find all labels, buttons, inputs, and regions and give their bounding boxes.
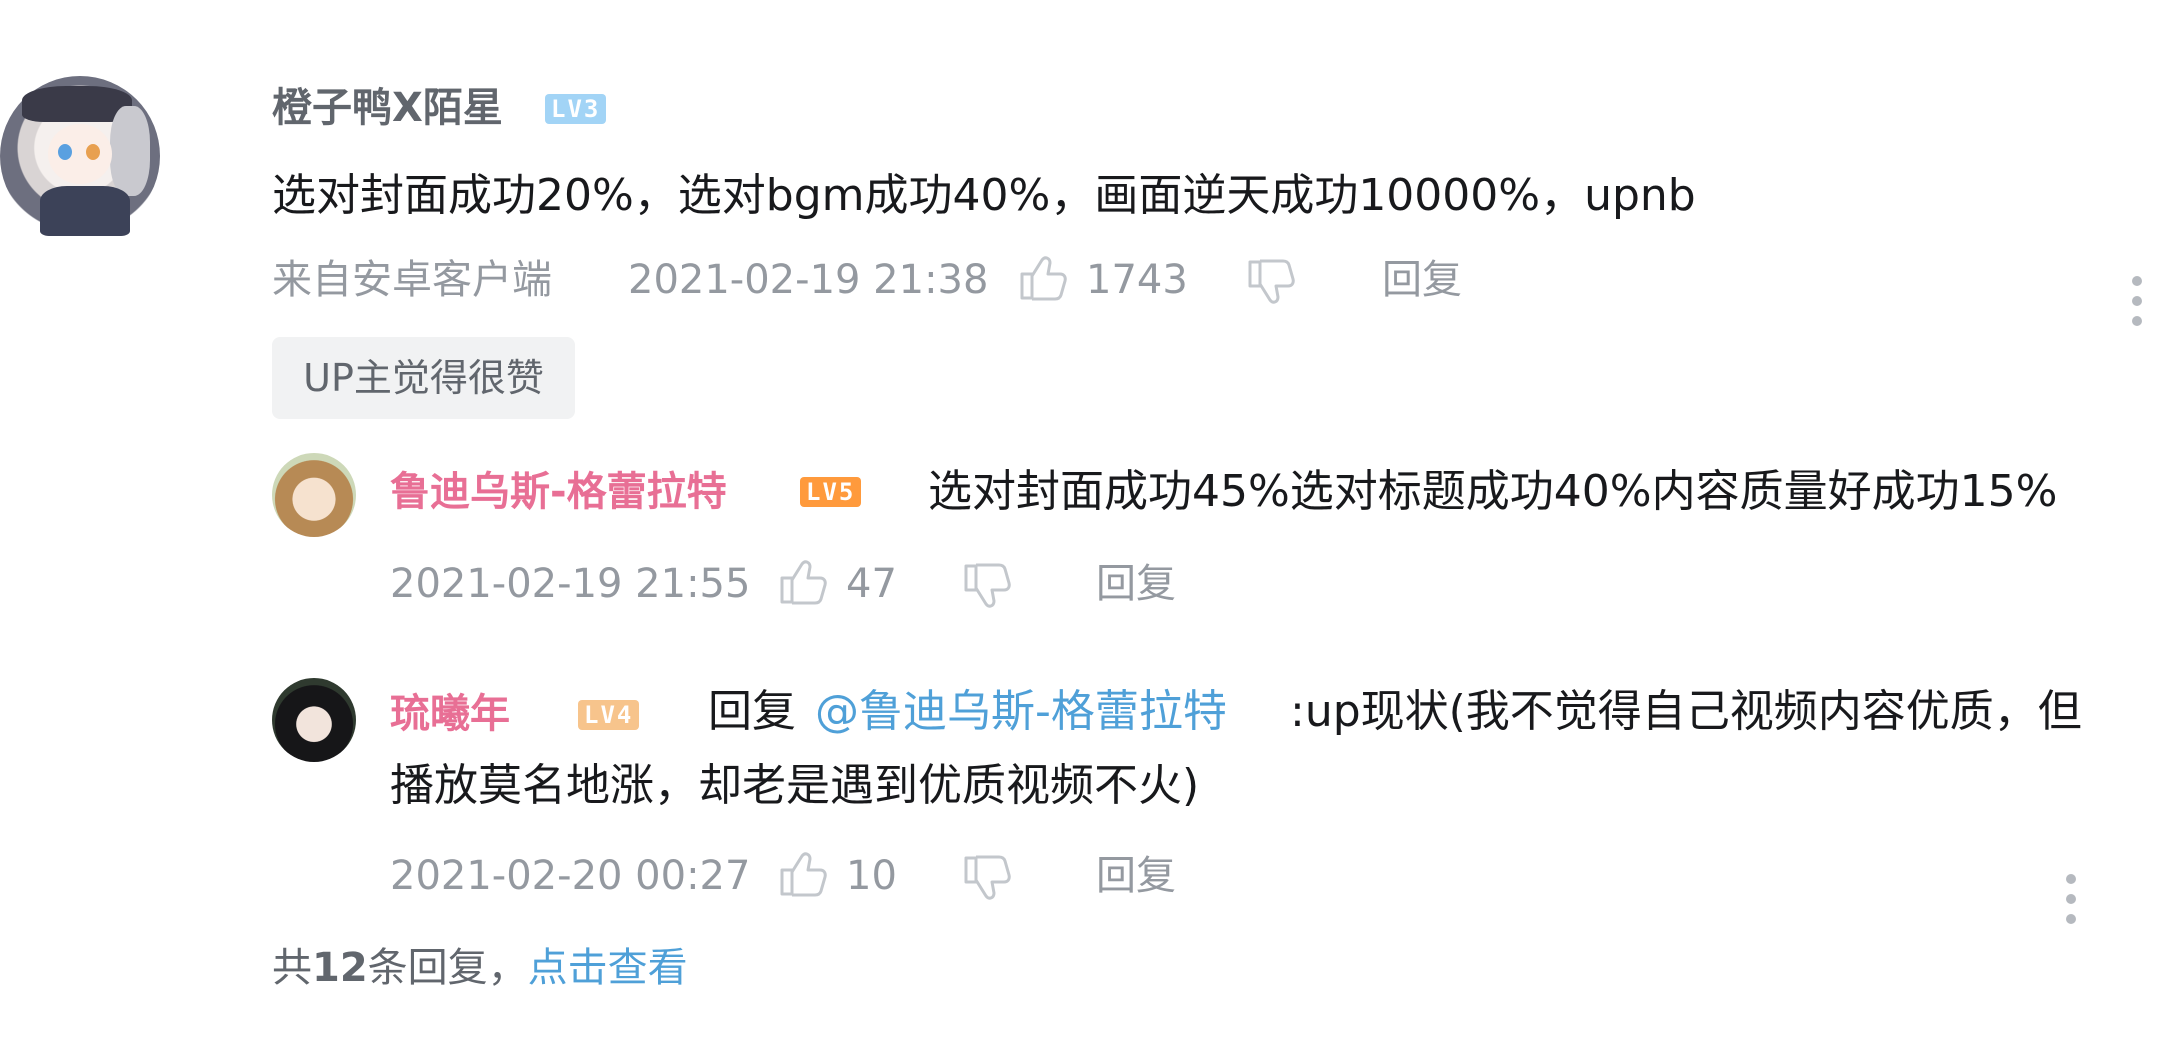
total-count: 12 [312,945,368,991]
comment-source: 来自安卓客户端 [272,257,552,303]
avatar[interactable] [272,678,356,762]
thumbs-up-icon[interactable] [778,558,828,606]
avatar-eye [86,144,100,160]
reply-prefix: 回复 [708,686,796,737]
total-prefix: 共 [272,945,312,991]
reply-text: 选对封面成功45%选对标题成功40%内容质量好成功15% [928,466,2058,517]
total-suffix: 条回复， [367,945,528,991]
like-count: 1743 [1086,257,1188,303]
level-badge: LV3 [545,94,607,124]
like-count: 47 [846,561,897,607]
avatar[interactable] [272,453,356,537]
more-options-icon[interactable] [2132,276,2144,326]
level-badge: LV4 [578,700,640,730]
like-count: 10 [846,853,897,899]
thumbs-down-icon[interactable] [962,562,1012,610]
reply-button[interactable]: 回复 [1382,256,1462,304]
reply-button[interactable]: 回复 [1096,852,1176,900]
reply-time: 2021-02-19 21:55 [390,561,751,607]
username[interactable]: 琉曦年 [390,690,510,738]
username[interactable]: 橙子鸭X陌星 [272,84,503,132]
reply-time: 2021-02-20 00:27 [390,853,751,899]
thumbs-up-icon[interactable] [1018,254,1068,302]
level-badge: LV5 [800,477,862,507]
username[interactable]: 鲁迪乌斯-格蕾拉特 [390,468,727,516]
avatar[interactable] [0,76,160,236]
reply-count-summary: 共12条回复，点击查看 [272,944,688,992]
reply-text: :up现状(我不觉得自己视频内容优质，但 [1290,686,2082,737]
reply-button[interactable]: 回复 [1096,560,1176,608]
comment-text: 选对封面成功20%，选对bgm成功40%，画面逆天成功10000%，upnb [272,170,1696,221]
thumbs-down-icon[interactable] [962,854,1012,902]
mention-link[interactable]: @鲁迪乌斯-格蕾拉特 [815,684,1227,740]
view-all-replies-link[interactable]: 点击查看 [528,945,688,991]
up-liked-badge: UP主觉得很赞 [272,337,575,419]
avatar-hair [110,106,150,196]
thumbs-down-icon[interactable] [1246,258,1296,306]
reply-text-continued: 播放莫名地涨，却老是遇到优质视频不火) [390,760,1200,811]
thumbs-up-icon[interactable] [778,850,828,898]
avatar-eye [58,144,72,160]
comment-time: 2021-02-19 21:38 [628,257,989,303]
avatar-body [40,186,130,236]
more-options-icon[interactable] [2066,874,2078,924]
